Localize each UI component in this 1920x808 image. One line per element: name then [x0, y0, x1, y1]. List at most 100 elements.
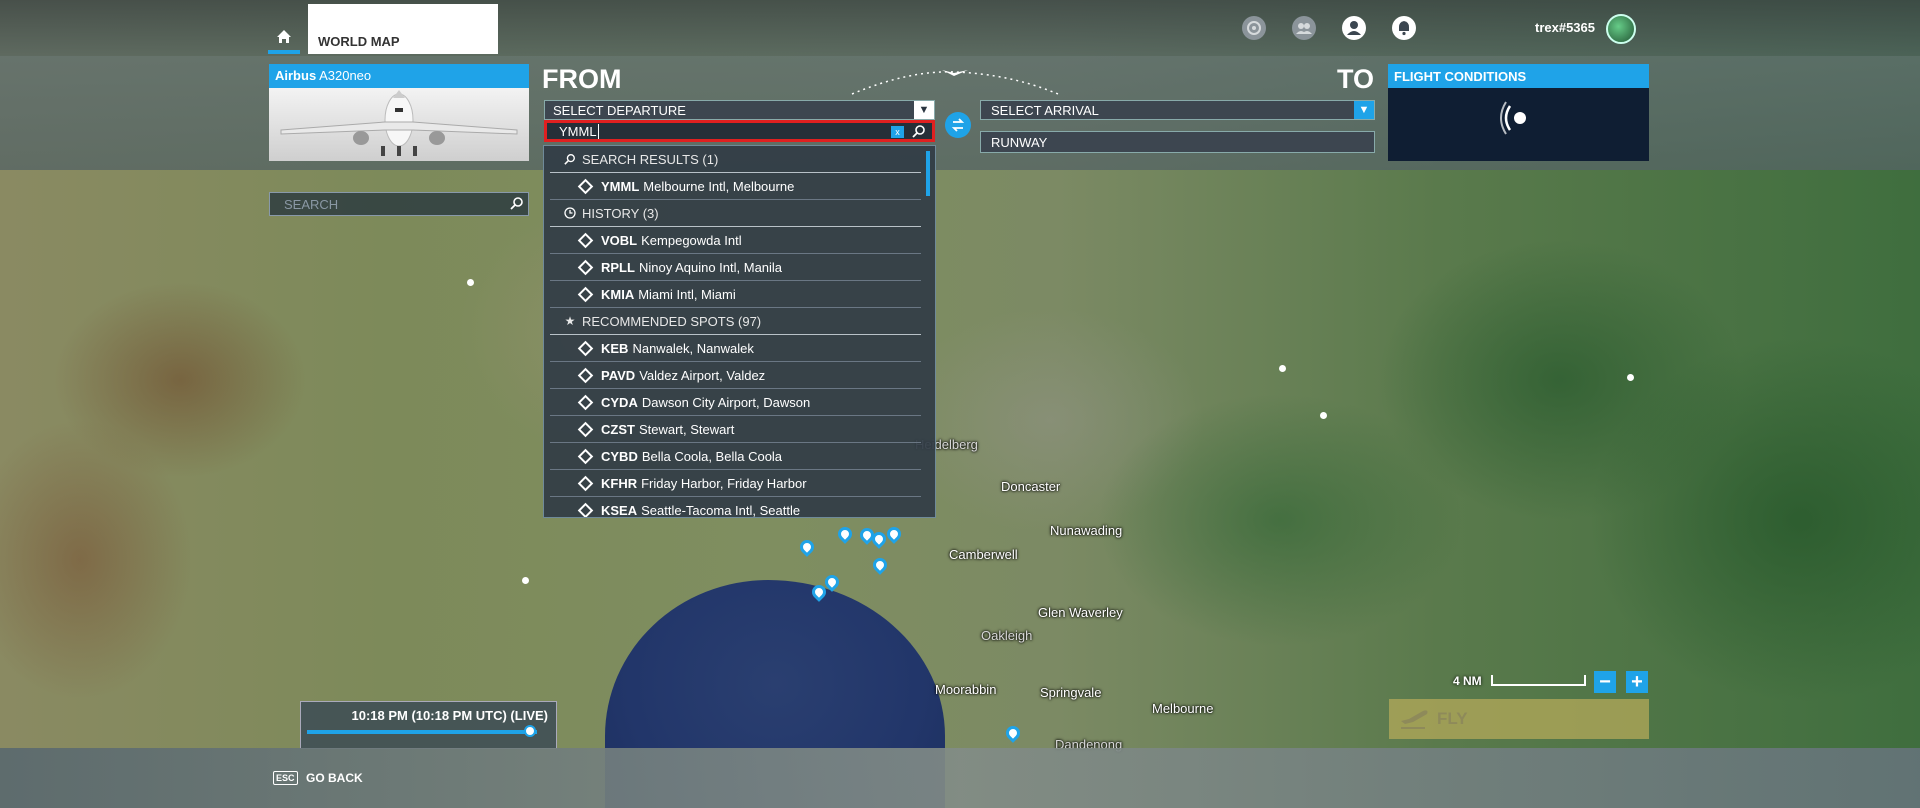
airport-code: VOBL [601, 232, 638, 248]
airport-icon [577, 367, 594, 383]
history-item[interactable]: RPLL Ninoy Aquino Intl, Manila [550, 254, 921, 281]
departure-search-value[interactable]: YMML [559, 124, 597, 139]
airport-name: Valdez Airport, Valdez [639, 367, 766, 383]
recommended-item[interactable]: CYBD Bella Coola, Bella Coola [550, 443, 921, 470]
notifications-icon [1392, 16, 1416, 40]
chevron-down-icon[interactable]: ▼ [914, 101, 934, 119]
clear-search-button[interactable]: x [891, 126, 904, 138]
map-scale-bar [1491, 675, 1586, 686]
map-label-springvale: Springvale [1040, 685, 1102, 700]
airport-name: Stewart, Stewart [638, 421, 735, 437]
tab-world-map[interactable]: WORLD MAP [308, 4, 498, 54]
recommended-item[interactable]: CZST Stewart, Stewart [550, 416, 921, 443]
airport-name: Friday Harbor, Friday Harbor [641, 475, 807, 491]
section-history-label: HISTORY (3) [582, 205, 659, 221]
chevron-down-icon[interactable]: ▼ [1354, 101, 1374, 119]
swap-route-button[interactable] [945, 112, 971, 138]
achievements-button[interactable] [1241, 15, 1267, 41]
time-display: 10:18 PM (10:18 PM UTC) (LIVE) [351, 708, 549, 723]
achievements-icon [1242, 16, 1266, 40]
recommended-item[interactable]: KFHR Friday Harbor, Friday Harbor [550, 470, 921, 497]
airport-icon [577, 340, 594, 356]
airport-icon [577, 421, 594, 437]
time-slider-handle[interactable] [524, 725, 537, 737]
home-button[interactable] [268, 18, 300, 54]
results-scrollbar[interactable] [926, 151, 930, 196]
map-search-placeholder: SEARCH [284, 197, 339, 212]
airport-pin-icon[interactable] [884, 524, 904, 544]
profile-button[interactable] [1341, 15, 1367, 41]
map-label-glen-waverley: Glen Waverley [1038, 605, 1123, 620]
map-search-input[interactable]: SEARCH [269, 192, 529, 216]
from-label: FROM [542, 64, 622, 94]
friends-icon [1292, 16, 1316, 40]
airplane-icon [280, 90, 518, 156]
takeoff-icon [1401, 710, 1428, 729]
search-icon[interactable] [912, 124, 926, 141]
profile-icon [1342, 16, 1366, 40]
aircraft-model: A320neo [319, 68, 372, 83]
airport-code: KMIA [601, 286, 635, 302]
aircraft-image [269, 88, 529, 161]
flight-conditions-card[interactable]: FLIGHT CONDITIONS [1388, 64, 1649, 161]
recommended-item[interactable]: PAVD Valdez Airport, Valdez [550, 362, 921, 389]
time-of-day-panel: 10:18 PM (10:18 PM UTC) (LIVE) [300, 701, 557, 749]
airport-icon [577, 232, 594, 248]
airport-name: Dawson City Airport, Dawson [641, 394, 811, 410]
airport-icon [577, 448, 594, 464]
departure-results-dropdown[interactable]: SEARCH RESULTS (1) YMML Melbourne Intl, … [543, 145, 936, 518]
section-recommended-label: RECOMMENDED SPOTS (97) [582, 313, 762, 329]
recommended-item[interactable]: CYDA Dawson City Airport, Dawson [550, 389, 921, 416]
airport-name: Melbourne Intl, Melbourne [643, 178, 795, 194]
airport-pin-icon[interactable] [870, 555, 890, 575]
airport-pin-icon[interactable] [835, 524, 855, 544]
map-label-camberwell: Camberwell [949, 547, 1018, 562]
avatar[interactable] [1606, 14, 1636, 44]
home-active-indicator [268, 50, 300, 54]
airport-code: CYDA [601, 394, 638, 410]
airport-pin-icon[interactable] [1003, 723, 1023, 743]
aircraft-brand: Airbus [275, 68, 317, 83]
runway-select[interactable]: RUNWAY [980, 131, 1375, 153]
map-point-icon[interactable] [1627, 374, 1634, 381]
search-icon[interactable] [510, 196, 524, 213]
airport-name: Bella Coola, Bella Coola [641, 448, 783, 464]
airport-icon [577, 475, 594, 491]
airport-icon [577, 394, 594, 410]
map-point-icon[interactable] [467, 279, 474, 286]
arrival-select[interactable]: SELECT ARRIVAL ▼ [980, 100, 1375, 120]
airport-name: Miami Intl, Miami [638, 286, 736, 302]
departure-select[interactable]: SELECT DEPARTURE ▼ [544, 100, 935, 120]
airport-pin-icon[interactable] [797, 537, 817, 557]
zoom-out-button[interactable]: − [1594, 671, 1616, 693]
airport-icon [577, 178, 594, 194]
map-point-icon[interactable] [1320, 412, 1327, 419]
recommended-item[interactable]: KEB Nanwalek, Nanwalek [550, 335, 921, 362]
esc-key-icon: ESC [273, 771, 298, 785]
friends-button[interactable] [1291, 15, 1317, 41]
airport-name: Seattle-Tacoma Intl, Seattle [641, 502, 801, 518]
recommended-item[interactable]: KSEA Seattle-Tacoma Intl, Seattle [550, 497, 921, 518]
section-history: HISTORY (3) [550, 200, 921, 227]
live-weather-icon [1500, 101, 1526, 135]
map-point-icon[interactable] [1279, 365, 1286, 372]
map-label-doncaster: Doncaster [1001, 479, 1061, 494]
airport-icon [577, 286, 594, 302]
time-slider-track[interactable] [307, 730, 537, 734]
history-item[interactable]: KMIA Miami Intl, Miami [550, 281, 921, 308]
history-item[interactable]: VOBL Kempegowda Intl [550, 227, 921, 254]
result-item[interactable]: YMML Melbourne Intl, Melbourne [550, 173, 921, 200]
notifications-button[interactable] [1391, 15, 1417, 41]
departure-search-input[interactable]: YMML x [544, 120, 935, 142]
go-back-button[interactable]: GO BACK [306, 771, 363, 785]
aircraft-card[interactable]: Airbus A320neo [269, 64, 529, 161]
zoom-in-button[interactable]: + [1626, 671, 1648, 693]
airport-code: RPLL [601, 259, 635, 275]
map-label-nunawading: Nunawading [1050, 523, 1123, 538]
username[interactable]: trex#5365 [1535, 20, 1595, 35]
map-point-icon[interactable] [522, 577, 529, 584]
star-icon: ★ [564, 314, 576, 328]
fly-button[interactable]: FLY [1389, 699, 1649, 739]
swap-icon [951, 118, 965, 132]
to-label: TO [1337, 64, 1375, 94]
